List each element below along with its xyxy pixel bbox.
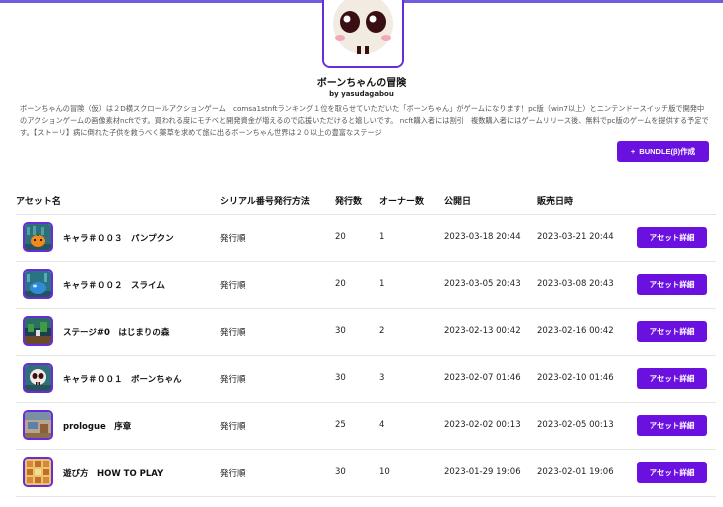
asset-detail-button[interactable]: アセット詳細 [637,227,707,248]
serial-method: 発行順 [220,328,246,338]
header-serial-method: シリアル番号発行方法 [220,197,310,207]
asset-name[interactable]: prologue 序章 [63,420,131,432]
plus-icon: + [630,147,636,156]
publish-date: 2023-01-29 19:06 [444,467,521,477]
pumpkin-icon [25,224,51,250]
sale-date: 2023-02-01 19:06 [537,467,614,477]
slime-icon [25,271,51,297]
header-owner-count: オーナー数 [379,197,425,207]
table-row[interactable]: キャラ＃００３ パンプクン 発行順 20 1 2023-03-18 20:44 … [16,215,716,262]
map-icon [25,459,51,485]
sale-date: 2023-02-10 01:46 [537,373,614,383]
skull-icon [25,365,51,391]
publish-date: 2023-02-07 01:46 [444,373,521,383]
sale-date: 2023-02-05 00:13 [537,420,614,430]
asset-detail-button[interactable]: アセット詳細 [637,462,707,483]
table-row[interactable]: キャラ＃００２ スライム 発行順 20 1 2023-03-05 20:43 2… [16,262,716,309]
owner-count: 1 [379,232,385,242]
publish-date: 2023-02-13 00:42 [444,326,521,336]
asset-thumbnail[interactable] [23,457,53,487]
sale-date: 2023-03-21 20:44 [537,232,614,242]
asset-name[interactable]: キャラ＃００３ パンプクン [63,232,174,244]
asset-thumbnail[interactable] [23,363,53,393]
collection-description: ボーンちゃんの冒険（仮）は２D横スクロールアクションゲーム comsa1stnf… [20,104,709,137]
asset-name[interactable]: キャラ＃００１ ボーンちゃん [63,373,182,385]
issued-count: 30 [335,326,346,336]
asset-thumbnail[interactable] [23,269,53,299]
asset-thumbnail[interactable] [23,410,53,440]
owner-count: 4 [379,420,385,430]
table-row[interactable]: ステージ#0 はじまりの森 発行順 30 2 2023-02-13 00:42 … [16,309,716,356]
collection-avatar [322,0,404,68]
room-icon [25,412,51,438]
asset-thumbnail[interactable] [23,222,53,252]
serial-method: 発行順 [220,234,246,244]
header-issued-count: 発行数 [335,197,363,207]
serial-method: 発行順 [220,375,246,385]
owner-count: 10 [379,467,390,477]
owner-count: 3 [379,373,385,383]
serial-method: 発行順 [220,469,246,479]
publish-date: 2023-03-18 20:44 [444,232,521,242]
asset-detail-button[interactable]: アセット詳細 [637,368,707,389]
table-row[interactable]: 遊び方 HOW TO PLAY 発行順 30 10 2023-01-29 19:… [16,450,716,497]
asset-detail-button[interactable]: アセット詳細 [637,321,707,342]
asset-name[interactable]: 遊び方 HOW TO PLAY [63,467,163,479]
header-publish-date: 公開日 [444,197,472,207]
sale-date: 2023-03-08 20:43 [537,279,614,289]
serial-method: 発行順 [220,422,246,432]
table-row[interactable]: prologue 序章 発行順 25 4 2023-02-02 00:13 20… [16,403,716,450]
asset-detail-button[interactable]: アセット詳細 [637,415,707,436]
create-bundle-button[interactable]: + BUNDLE(β)作成 [617,141,709,162]
sale-date: 2023-02-16 00:42 [537,326,614,336]
issued-count: 20 [335,232,346,242]
owner-count: 1 [379,279,385,289]
owner-count: 2 [379,326,385,336]
publish-date: 2023-02-02 00:13 [444,420,521,430]
forest-icon [25,318,51,344]
asset-detail-button[interactable]: アセット詳細 [637,274,707,295]
issued-count: 30 [335,373,346,383]
serial-method: 発行順 [220,281,246,291]
publish-date: 2023-03-05 20:43 [444,279,521,289]
table-header: アセット名 シリアル番号発行方法 発行数 オーナー数 公開日 販売日時 [16,188,716,215]
asset-name[interactable]: キャラ＃００２ スライム [63,279,165,291]
issued-count: 30 [335,467,346,477]
collection-author[interactable]: by yasudagabou [0,90,723,98]
issued-count: 20 [335,279,346,289]
asset-table: アセット名 シリアル番号発行方法 発行数 オーナー数 公開日 販売日時 キャラ＃… [16,188,716,497]
asset-thumbnail[interactable] [23,316,53,346]
collection-title: ボーンちゃんの冒険 [316,78,407,89]
table-row[interactable]: キャラ＃００１ ボーンちゃん 発行順 30 3 2023-02-07 01:46… [16,356,716,403]
asset-name[interactable]: ステージ#0 はじまりの森 [63,326,169,338]
header-sale-date: 販売日時 [537,197,574,207]
create-bundle-label: BUNDLE(β)作成 [639,147,696,156]
skull-icon [324,0,402,66]
issued-count: 25 [335,420,346,430]
header-asset-name: アセット名 [16,197,61,207]
